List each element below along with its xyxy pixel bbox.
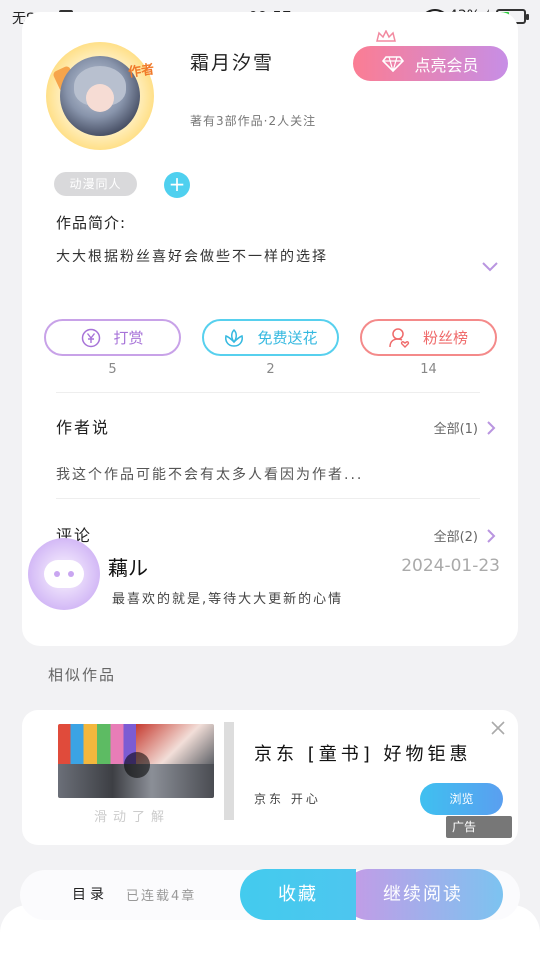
divider (56, 392, 480, 393)
author-avatar-frame[interactable]: 作者 (46, 42, 156, 150)
ad-carousel-edge (224, 722, 234, 820)
chevron-down-icon[interactable] (480, 260, 500, 274)
add-tag-button[interactable]: + (164, 172, 190, 198)
divider (56, 498, 480, 499)
send-flower-button[interactable]: 免费送花 (202, 319, 339, 356)
author-badge: 作者 (127, 62, 156, 81)
commenter-avatar[interactable] (28, 538, 100, 610)
ad-browse-button[interactable]: 浏览 (420, 783, 503, 815)
serial-status: 已连载4章 (126, 889, 197, 904)
collect-button[interactable]: 收藏 (240, 869, 356, 920)
ad-image-books (58, 724, 136, 764)
vip-button-label: 点亮会员 (414, 55, 479, 75)
chat-bubble-icon (44, 560, 84, 588)
intro-label: 作品简介: (56, 214, 127, 232)
author-stats: 著有3部作品·2人关注 (190, 114, 317, 128)
author-says-text[interactable]: 我这个作品可能不会有太多人看因为作者... (56, 464, 363, 484)
work-info-card: 作者 霜月汐雪 著有3部作品·2人关注 点亮会员 动漫同人 + 作品简介: 大大… (22, 12, 518, 646)
flower-icon (225, 328, 244, 347)
continue-reading-button[interactable]: 继续阅读 (343, 869, 503, 920)
comment-text[interactable]: 最喜欢的就是,等待大大更新的心情 (112, 588, 343, 607)
genre-tag[interactable]: 动漫同人 (54, 172, 137, 196)
author-says-more-link[interactable]: 全部(1) (434, 418, 496, 437)
yen-coin-icon (82, 328, 101, 347)
avatar-face (86, 84, 114, 112)
ad-title[interactable]: 京东 [童书] 好物钜惠 (254, 740, 472, 766)
flower-count: 2 (266, 362, 275, 377)
comment-date: 2024-01-23 (401, 556, 500, 576)
ad-slide-hint: 滑动了解 (94, 810, 171, 825)
fan-ranking-button[interactable]: 粉丝榜 (360, 319, 497, 356)
comments-more-link[interactable]: 全部(2) (434, 526, 496, 545)
comments-more-label: 全部(2) (433, 530, 478, 545)
fan-ranking-label: 粉丝榜 (422, 329, 468, 347)
ad-subtitle: 京东 开心 (254, 792, 321, 806)
chevron-right-icon (487, 420, 496, 435)
similar-works-title: 相似作品 (48, 666, 117, 684)
ad-label-text: 广告 (452, 820, 477, 834)
author-name[interactable]: 霜月汐雪 (190, 48, 274, 75)
crown-icon (376, 30, 396, 42)
diamond-icon (382, 55, 405, 72)
ad-label[interactable]: 广告 (446, 816, 512, 838)
ad-card[interactable]: 滑动了解 京东 [童书] 好物钜惠 京东 开心 浏览 广告 (22, 710, 518, 845)
tip-count: 5 (108, 362, 117, 377)
toc-button[interactable]: 目录 (72, 884, 108, 904)
ad-image[interactable] (58, 724, 214, 798)
play-icon (124, 752, 150, 778)
author-says-more-label: 全部(1) (433, 422, 478, 437)
intro-text: 大大根据粉丝喜好会做些不一样的选择 (56, 249, 328, 265)
fan-user-icon (389, 327, 410, 348)
tip-label: 打赏 (113, 329, 144, 347)
chevron-right-icon (487, 528, 496, 543)
tip-button[interactable]: 打赏 (44, 319, 181, 356)
fan-count: 14 (420, 362, 437, 377)
send-flower-label: 免费送花 (257, 329, 318, 347)
author-says-title: 作者说 (56, 418, 111, 437)
close-icon[interactable] (490, 720, 506, 736)
commenter-name[interactable]: 藕ル (108, 552, 148, 581)
vip-button[interactable]: 点亮会员 (353, 46, 508, 81)
